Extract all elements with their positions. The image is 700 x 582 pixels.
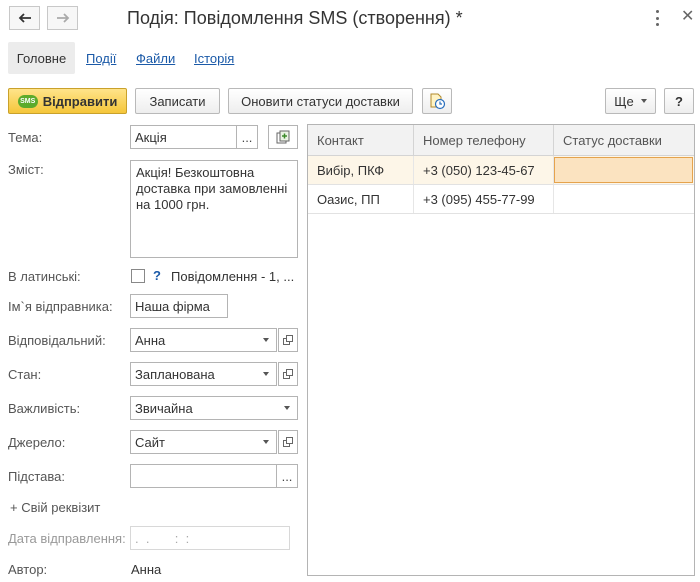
basis-input[interactable] [130,464,277,488]
more-menu-icon[interactable] [654,10,660,26]
state-label: Стан: [8,367,42,382]
subject-template-button[interactable] [268,125,298,149]
status-cell [554,185,694,213]
source-select[interactable]: Сайт [130,430,277,454]
send-button-label: Відправити [42,93,118,109]
importance-select[interactable]: Звичайна [130,396,298,420]
subject-select-button[interactable]: ... [236,125,258,149]
open-icon [282,368,294,380]
chevron-down-icon [284,406,290,410]
save-button[interactable]: Записати [135,88,220,114]
table-row[interactable]: Оазис, ПП +3 (095) 455-77-99 [308,185,694,214]
add-attribute-link[interactable]: + Свій реквізит [10,500,100,515]
column-header-contact[interactable]: Контакт [308,125,414,156]
source-dropdown[interactable] [256,430,276,454]
window-title: Подія: Повідомлення SMS (створення) * [127,8,463,28]
responsible-open-button[interactable] [278,328,298,352]
importance-label: Важливість: [8,401,81,416]
latin-checkbox[interactable] [131,269,145,283]
phone-cell: +3 (050) 123-45-67 [414,156,554,184]
tab-events[interactable]: Події [86,51,116,66]
subject-label: Тема: [8,130,43,145]
contact-cell: Оазис, ПП [308,185,414,213]
chevron-down-icon [263,440,269,444]
basis-label: Підстава: [8,469,65,484]
schedule-button[interactable] [422,88,452,114]
source-label: Джерело: [8,435,66,450]
status-cell-selected[interactable] [554,157,693,183]
state-select[interactable]: Запланована [130,362,277,386]
contact-cell: Вибір, ПКФ [308,156,414,184]
close-icon[interactable]: ✕ [681,9,694,25]
responsible-label: Відповідальний: [8,333,106,348]
send-button[interactable]: SMS Відправити [8,88,127,114]
chevron-down-icon [263,338,269,342]
sender-label: Ім`я відправника: [8,299,113,314]
table-row[interactable]: Вибір, ПКФ +3 (050) 123-45-67 [308,156,694,185]
responsible-select[interactable]: Анна [130,328,277,352]
state-open-button[interactable] [278,362,298,386]
responsible-dropdown[interactable] [256,328,276,352]
open-icon [282,436,294,448]
column-header-status[interactable]: Статус доставки [554,125,694,156]
chevron-down-icon [640,99,647,103]
basis-select-button[interactable]: ... [276,464,298,488]
send-date-label: Дата відправлення: [8,531,126,546]
content-label: Зміст: [8,162,44,177]
tab-main[interactable]: Головне [8,42,75,74]
author-label: Автор: [8,562,48,577]
recipients-table[interactable]: Контакт Номер телефону Статус доставки В… [307,124,695,576]
arrow-right-icon [56,13,69,23]
template-icon [276,130,290,144]
more-button-label: Ще [614,93,634,109]
document-clock-icon [430,93,446,110]
arrow-left-icon [18,13,31,23]
latin-label: В латинські: [8,269,81,284]
sender-input[interactable]: Наша фірма [130,294,228,318]
sms-icon: SMS [17,94,38,108]
source-open-button[interactable] [278,430,298,454]
phone-cell: +3 (095) 455-77-99 [414,185,554,213]
content-textarea[interactable]: Акція! Безкоштовна доставка при замовлен… [130,160,298,258]
update-status-button[interactable]: Оновити статуси доставки [228,88,413,114]
help-button[interactable]: ? [664,88,694,114]
tab-files[interactable]: Файли [136,51,175,66]
open-icon [282,334,294,346]
latin-help-icon[interactable]: ? [153,268,161,283]
chevron-down-icon [263,372,269,376]
tab-history[interactable]: Історія [194,51,234,66]
author-value: Анна [131,562,162,577]
more-button[interactable]: Ще [605,88,656,114]
forward-button[interactable] [47,6,78,30]
column-header-phone[interactable]: Номер телефону [414,125,554,156]
state-dropdown[interactable] [256,362,276,386]
back-button[interactable] [9,6,40,30]
subject-input[interactable]: Акція [130,125,237,149]
send-date-input[interactable]: . . : : [130,526,290,550]
importance-dropdown[interactable] [277,396,297,420]
message-count-info: Повідомлення - 1, ... [171,269,295,284]
